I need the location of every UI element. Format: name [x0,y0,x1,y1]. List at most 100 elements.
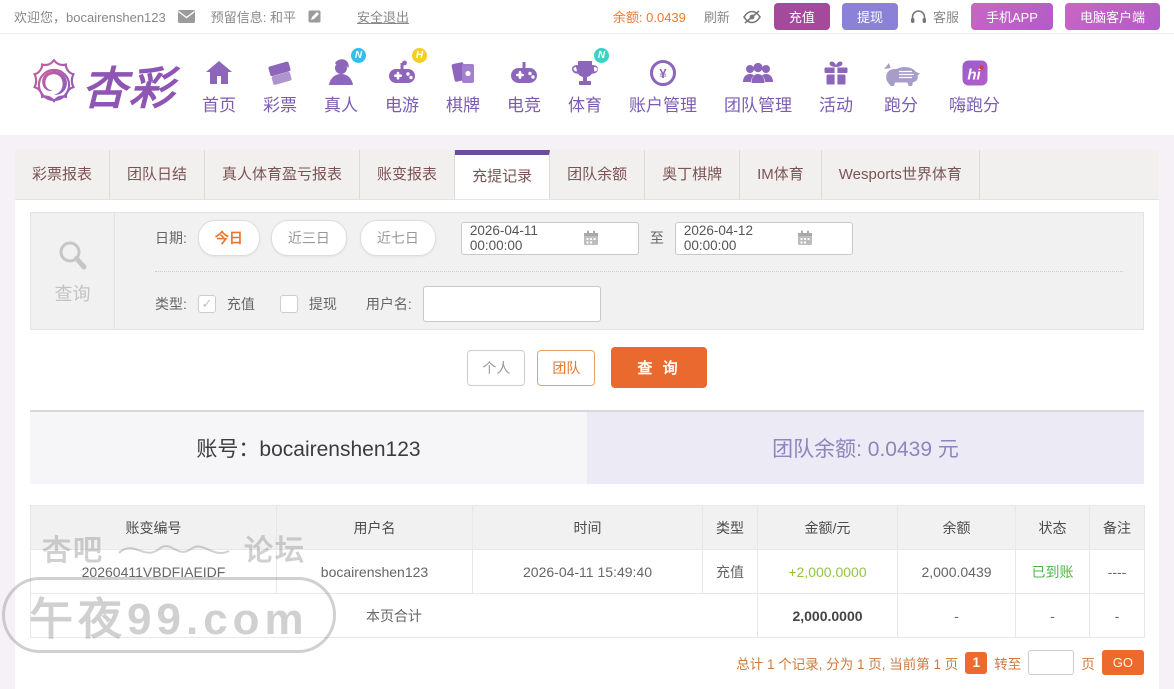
col-header-type: 类型 [703,506,758,550]
report-tabs: 彩票报表 团队日结 真人体育盈亏报表 账变报表 充提记录 团队余额 奥丁棋牌 I… [15,150,1159,200]
summary-amount: 2,000.0000 [758,594,898,638]
filter-type-row: 类型: ✓ 充值 提现 用户名: [155,272,1123,328]
team-button[interactable]: 团队 [537,350,595,386]
to-label: 至 [650,228,664,248]
summary-status: - [1016,594,1090,638]
nav-item-cards[interactable]: 棋牌 [446,54,480,116]
withdraw-checkbox[interactable] [280,295,298,313]
nav-item-esports[interactable]: 电竞 [507,54,541,116]
lotus-logo-icon [26,57,82,113]
pagination-bar: 总计 1 个记录, 分为 1 页, 当前第 1 页 1 转至 页 GO [30,650,1144,675]
col-header-balance: 余额 [898,506,1016,550]
tab-im-sports[interactable]: IM体育 [740,150,822,199]
cell-type: 充值 [703,550,758,594]
table-row: 20260411VBDFIAEIDF bocairenshen123 2026-… [31,550,1145,594]
filter-date-row: 日期: 今日 近三日 近七日 2026-04-11 00:00:00 至 202… [155,214,1123,272]
filter-fields: 日期: 今日 近三日 近七日 2026-04-11 00:00:00 至 202… [115,213,1143,329]
nav-item-team-mgmt[interactable]: 团队管理 [724,54,792,116]
date-to-value: 2026-04-12 00:00:00 [684,223,761,253]
tab-wesports[interactable]: Wesports世界体育 [822,150,980,199]
eye-slash-icon[interactable] [742,9,762,25]
recharge-button[interactable]: 充值 [774,3,830,30]
account-summary-strip: 账号：bocairenshen123 团队余额: 0.0439 元 [30,410,1144,484]
withdraw-button[interactable]: 提现 [842,3,898,30]
personal-button[interactable]: 个人 [467,350,525,386]
hi-app-icon: hi [960,54,990,88]
type-label: 类型: [155,294,187,314]
nav-item-hipaofen[interactable]: hi 嗨跑分 [949,54,1000,116]
tab-lottery-report[interactable]: 彩票报表 [15,150,110,199]
tab-aoding-chess[interactable]: 奥丁棋牌 [645,150,740,199]
gift-icon [821,54,851,88]
username-input[interactable] [423,286,601,322]
tab-team-daily[interactable]: 团队日结 [110,150,205,199]
cell-remark: ---- [1090,550,1145,594]
cell-amount: +2,000.0000 [758,550,898,594]
col-header-time: 时间 [473,506,703,550]
table-header-row: 账变编号 用户名 时间 类型 金额/元 余额 状态 备注 [31,506,1145,550]
calendar-icon[interactable] [767,230,844,246]
table-summary-row: 本页合计 2,000.0000 - - - [31,594,1145,638]
brand-name: 杏彩 [82,52,176,117]
withdraw-checkbox-label: 提现 [309,294,337,314]
nav-item-account-mgmt[interactable]: ¥ 账户管理 [629,54,697,116]
logout-link[interactable]: 安全退出 [357,7,409,26]
top-bar: 欢迎您，bocairenshen123 预留信息: 和平 安全退出 余额: 0.… [0,0,1174,34]
range-7days-pill[interactable]: 近七日 [360,220,436,256]
person-icon: N [325,54,357,88]
col-header-change-id: 账变编号 [31,506,277,550]
tab-team-balance[interactable]: 团队余额 [550,150,645,199]
nav-label: 嗨跑分 [949,91,1000,116]
nav-label: 真人 [324,91,358,116]
current-page-button[interactable]: 1 [965,652,987,674]
search-side-button[interactable]: 查询 [31,213,115,329]
envelope-icon[interactable] [178,10,195,23]
tab-deposit-withdraw-records[interactable]: 充提记录 [455,150,550,199]
date-from-input[interactable]: 2026-04-11 00:00:00 [461,222,639,255]
edit-icon[interactable] [308,10,321,23]
mobile-app-button[interactable]: 手机APP [971,3,1053,30]
nav-item-sports[interactable]: N 体育 [568,54,602,116]
nav-label: 棋牌 [446,91,480,116]
home-icon [204,54,234,88]
summary-remark: - [1090,594,1145,638]
query-button[interactable]: 查 询 [611,347,706,388]
nav-label: 跑分 [884,91,918,116]
site-logo[interactable]: 杏彩 [26,52,176,117]
tab-account-change[interactable]: 账变报表 [360,150,455,199]
goto-label: 转至 [994,653,1021,673]
calendar-icon[interactable] [553,230,630,246]
tab-live-sports-pnl[interactable]: 真人体育盈亏报表 [205,150,360,199]
refresh-link[interactable]: 刷新 [704,7,730,26]
nav-item-paofen[interactable]: 跑分 [880,54,922,116]
pc-client-button[interactable]: 电脑客户端 [1065,3,1160,30]
pagination-info: 总计 1 个记录, 分为 1 页, 当前第 1 页 [736,653,958,673]
nav-items: 首页 彩票 N 真人 H 电游 棋牌 [202,54,1000,116]
badge-n: N [594,48,609,63]
tabs-filler [980,150,1159,199]
cell-balance: 2,000.0439 [898,550,1016,594]
nav-item-home[interactable]: 首页 [202,54,236,116]
range-3days-pill[interactable]: 近三日 [271,220,347,256]
goto-page-input[interactable] [1028,650,1074,675]
range-today-pill[interactable]: 今日 [198,220,260,256]
nav-item-lottery[interactable]: 彩票 [263,54,297,116]
summary-label: 本页合计 [31,594,758,638]
nav-label: 账户管理 [629,91,697,116]
col-header-amount: 金额/元 [758,506,898,550]
nav-item-activity[interactable]: 活动 [819,54,853,116]
go-button[interactable]: GO [1102,650,1144,675]
cell-time: 2026-04-11 15:49:40 [473,550,703,594]
balance-text: 余额: 0.0439 [613,7,686,26]
nav-item-live[interactable]: N 真人 [324,54,358,116]
date-to-input[interactable]: 2026-04-12 00:00:00 [675,222,853,255]
nav-label: 体育 [568,91,602,116]
page-unit-label: 页 [1081,653,1095,673]
service-link[interactable]: 客服 [933,7,959,26]
cell-change-id: 20260411VBDFIAEIDF [31,550,277,594]
nav-label: 电竞 [507,91,541,116]
filter-panel: 查询 日期: 今日 近三日 近七日 2026-04-11 00:00:00 至 … [30,212,1144,330]
account-name: 账号：bocairenshen123 [30,412,587,484]
recharge-checkbox[interactable]: ✓ [198,295,216,313]
nav-item-egames[interactable]: H 电游 [385,54,419,116]
